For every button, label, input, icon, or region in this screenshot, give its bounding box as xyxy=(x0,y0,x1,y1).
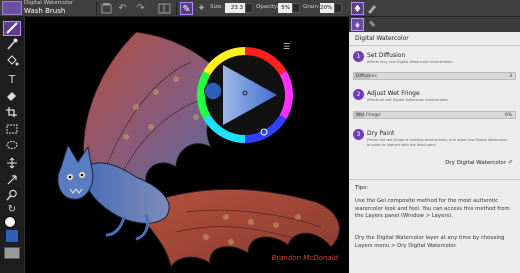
brush-tool-icon[interactable] xyxy=(3,21,21,36)
property-bar: Digital Watercolor Wash Brush ↶ ↷ ✎ ✦ Si… xyxy=(0,0,520,17)
step-1-number: 1 xyxy=(353,51,364,62)
step-2-number: 2 xyxy=(353,89,364,100)
rect-select-icon[interactable] xyxy=(3,123,21,138)
toolbox: T ↻ xyxy=(0,17,25,273)
dry-button-label: Dry Digital Watercolor xyxy=(445,160,506,166)
step-3-description: Freeze the wet fringe of existing brushs… xyxy=(367,138,507,147)
undo-icon[interactable]: ↶ xyxy=(116,2,129,15)
panel-tabs: ♦ ✎ xyxy=(349,17,520,32)
diffusion-slider[interactable]: Diffusion: 3 xyxy=(353,72,516,80)
grain-field[interactable]: 20% xyxy=(320,3,334,13)
opacity-label: Opacity: xyxy=(256,4,279,10)
dropper-icon[interactable] xyxy=(3,38,21,53)
additional-color-swatch[interactable] xyxy=(4,216,16,228)
brush-category[interactable]: Digital Watercolor xyxy=(24,0,73,6)
dry-brush-icon: ✐ xyxy=(507,159,513,166)
separator xyxy=(176,2,177,15)
digital-watercolor-panel: ♦ ✎ Digital Watercolor 1 Set Diffusion A… xyxy=(349,17,520,273)
lasso-icon[interactable] xyxy=(3,140,21,155)
transform-icon[interactable] xyxy=(3,174,21,189)
watercolor-tab-icon[interactable]: ♦ xyxy=(351,18,364,31)
brush-properties-icon[interactable]: ✎ xyxy=(180,2,193,15)
main-color-swatch[interactable] xyxy=(5,229,19,243)
move-icon[interactable] xyxy=(3,157,21,172)
size-label: Size: xyxy=(210,4,224,10)
eraser-icon[interactable] xyxy=(3,89,21,104)
bat-artwork xyxy=(57,31,340,269)
size-field[interactable]: 23.3 xyxy=(225,3,245,13)
dab-icon[interactable]: ✦ xyxy=(195,2,208,15)
step-2-description: Affects all wet Digital Watercolor brush… xyxy=(367,98,449,102)
opacity-slider-toggle[interactable] xyxy=(292,3,300,13)
redo-icon[interactable]: ↷ xyxy=(134,2,147,15)
color-wheel-menu-icon[interactable]: ☰ xyxy=(283,43,295,51)
step-2-title: Adjust Wet Fringe xyxy=(367,90,420,97)
media-library-icon[interactable] xyxy=(366,2,379,15)
panel-toggle-icon[interactable] xyxy=(158,2,171,15)
dry-digital-watercolor-button[interactable]: Dry Digital Watercolor ✐ xyxy=(434,157,516,168)
grain-slider-toggle[interactable] xyxy=(334,3,342,13)
artist-signature: Brandon McDonald xyxy=(271,254,338,262)
separator xyxy=(96,2,97,15)
diffusion-value[interactable]: 3 xyxy=(509,74,512,79)
tip-1: Use the Gel composite method for the mos… xyxy=(355,198,510,220)
wet-fringe-label: Wet Fringe: xyxy=(356,113,382,118)
brush-variant-name[interactable]: Wash Brush xyxy=(24,7,65,15)
panel-title: Digital Watercolor xyxy=(355,35,409,42)
current-color-indicator xyxy=(204,82,222,100)
step-1-title: Set Diffusion xyxy=(367,52,406,59)
brush-tile-icon[interactable] xyxy=(2,1,22,15)
divider xyxy=(349,179,520,180)
reset-icon[interactable] xyxy=(100,2,113,15)
brush-library-tab-icon[interactable]: ✎ xyxy=(366,18,379,31)
layers-icon[interactable]: ♦ xyxy=(351,2,364,15)
crop-icon[interactable] xyxy=(3,106,21,121)
rotate-icon[interactable]: ↻ xyxy=(3,202,21,217)
wet-fringe-value[interactable]: 6% xyxy=(505,113,512,118)
paper-color-swatch[interactable] xyxy=(4,247,20,259)
drawing-canvas[interactable]: Brandon McDonald xyxy=(26,17,348,273)
step-3-number: 3 xyxy=(353,129,364,140)
grain-label: Grain: xyxy=(303,4,320,10)
step-3-title: Dry Paint xyxy=(367,130,395,137)
opacity-field[interactable]: 5% xyxy=(278,3,292,13)
divider xyxy=(349,45,520,46)
step-1-description: Affects only new Digital Watercolor brus… xyxy=(367,60,454,64)
diffusion-label: Diffusion: xyxy=(356,74,378,79)
paint-bucket-icon[interactable] xyxy=(3,55,21,70)
text-icon[interactable]: T xyxy=(3,72,21,87)
size-slider-toggle[interactable] xyxy=(245,3,253,13)
tip-2: Dry the Digital Watercolor layer at any … xyxy=(355,235,505,249)
wet-fringe-slider[interactable]: Wet Fringe: 6% xyxy=(353,111,516,119)
tips-title: Tips: xyxy=(355,185,368,191)
